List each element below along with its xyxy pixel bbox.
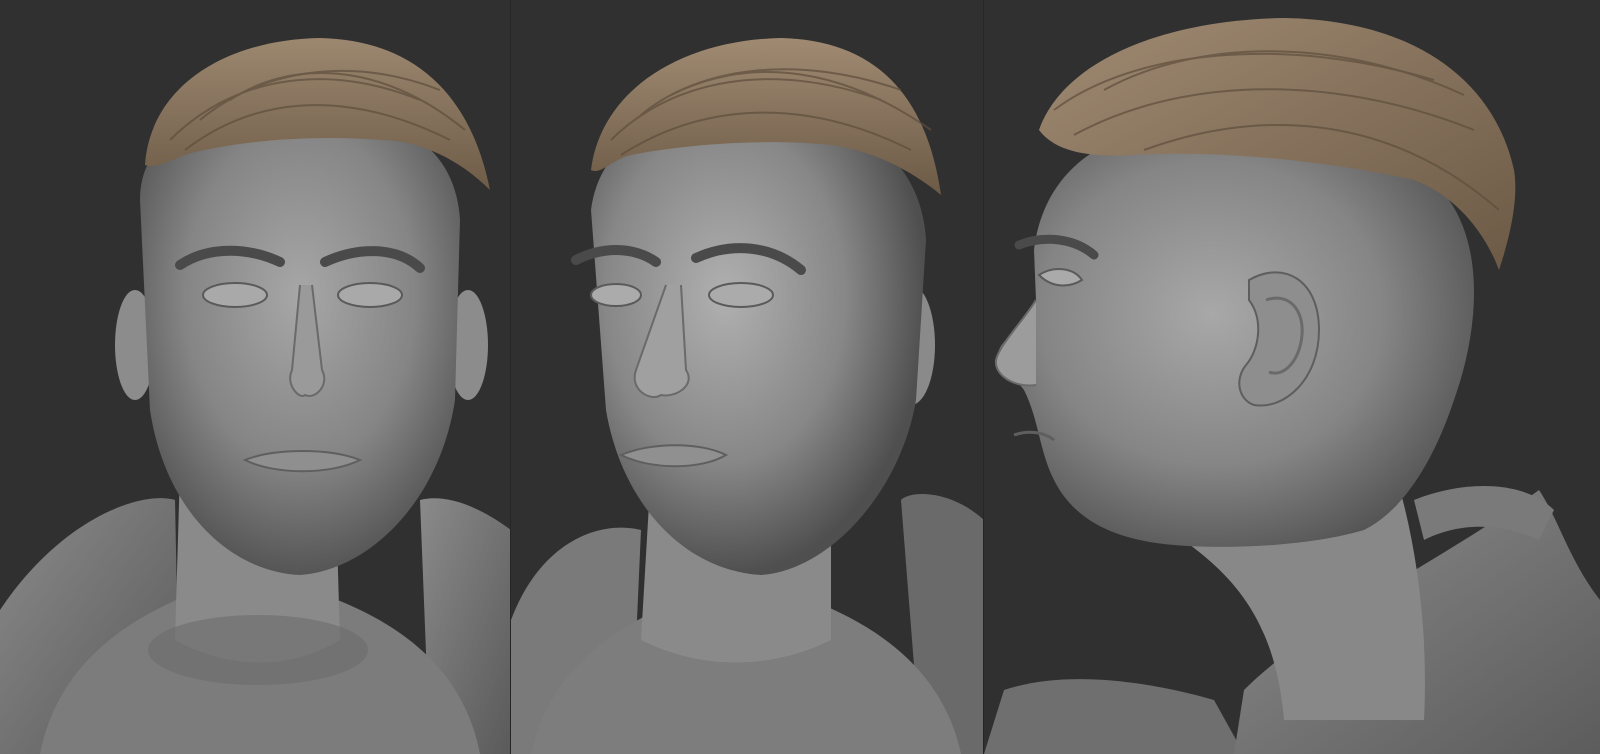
left-eye	[202, 282, 268, 308]
right-eye	[708, 282, 774, 308]
left-eye	[590, 283, 642, 307]
profile-view-panel	[984, 0, 1600, 754]
right-eye	[337, 282, 403, 308]
profile-view-render	[984, 0, 1600, 754]
front-view-panel	[0, 0, 511, 754]
head	[998, 122, 1474, 547]
three-quarter-view-render	[511, 0, 984, 754]
front-view-render	[0, 0, 511, 754]
three-quarter-view-panel	[511, 0, 984, 754]
sculpt-turnaround-image	[0, 0, 1600, 754]
